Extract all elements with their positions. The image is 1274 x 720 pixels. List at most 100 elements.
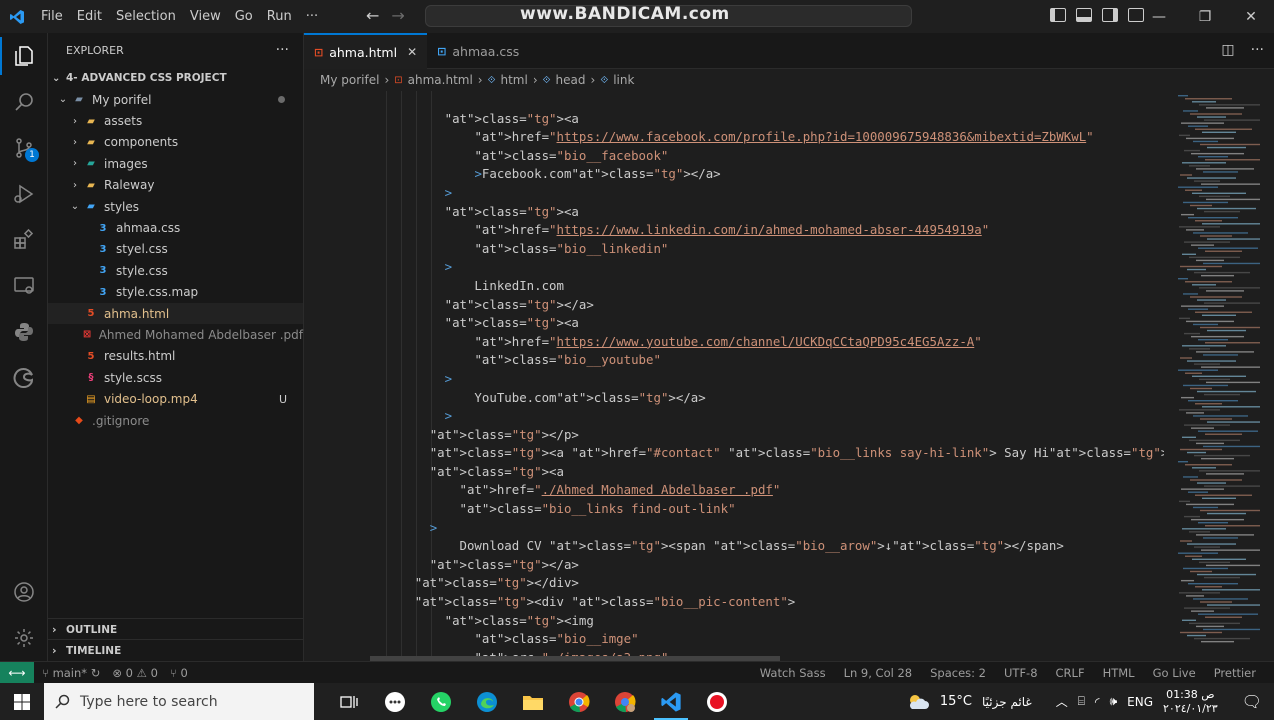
bandicam-record-icon[interactable] [694, 683, 740, 720]
code-line[interactable]: "at">class="bio__links find-out-link" [370, 500, 1164, 519]
tree-item[interactable]: 3 styel.css [48, 239, 303, 260]
settings-gear-icon[interactable] [0, 615, 48, 661]
code-line[interactable]: "at">class="bio__facebook" [370, 147, 1164, 166]
menu-selection[interactable]: Selection [109, 9, 183, 24]
editor-more-icon[interactable]: ··· [1251, 42, 1264, 58]
tree-item[interactable]: ⌄ ▰ My porifel [48, 89, 303, 110]
indentation-setting[interactable]: Spaces: 2 [930, 666, 986, 680]
code-line[interactable]: "at">class="tg"></p> [370, 426, 1164, 445]
code-line[interactable]: "at">class="tg"><a [370, 314, 1164, 333]
close-window-button[interactable]: ✕ [1228, 0, 1274, 33]
tree-item[interactable]: ◆ .gitignore [48, 410, 303, 431]
extensions-icon[interactable] [0, 217, 48, 263]
code-line[interactable]: "at">href="./Ahmed Mohamed Abdelbaser .p… [370, 481, 1164, 500]
go-live-button[interactable]: Go Live [1153, 666, 1196, 680]
forward-arrow-icon[interactable]: → [391, 6, 404, 25]
clock[interactable]: 01:38 ص ٢٠٢٤/٠١/٢٣ [1163, 688, 1218, 716]
accounts-icon[interactable] [0, 569, 48, 615]
code-line[interactable]: "at">class="tg"><a "at">href="#contact" … [370, 444, 1164, 463]
python-icon[interactable] [0, 309, 48, 355]
tray-overflow-icon[interactable]: ︿ [1056, 693, 1068, 710]
minimize-button[interactable]: — [1136, 0, 1182, 33]
vscode-taskbar-icon[interactable] [648, 683, 694, 720]
code-line[interactable]: Download CV "at">class="tg"><span "at">c… [370, 537, 1164, 556]
project-section[interactable]: ⌄ 4- ADVANCED CSS PROJECT [48, 67, 303, 89]
breadcrumb-head[interactable]: head [556, 73, 586, 87]
remote-explorer-icon[interactable] [0, 263, 48, 309]
toggle-secondary-sidebar-icon[interactable] [1102, 8, 1118, 22]
weather-description[interactable]: غائم جزئيًا [982, 695, 1032, 709]
file-explorer-icon[interactable] [510, 683, 556, 720]
chrome-icon[interactable] [556, 683, 602, 720]
code-line[interactable]: YouTube.com"at">class="tg"></a> [370, 389, 1164, 408]
branch-indicator[interactable]: ⑂ main* ↻ [42, 666, 100, 680]
language-indicator[interactable]: ENG [1127, 695, 1153, 709]
code-line[interactable]: "at">class="tg"></div> [370, 574, 1164, 593]
tree-item[interactable]: › ▰ Raleway [48, 175, 303, 196]
minimap[interactable] [1170, 91, 1266, 656]
source-control-icon[interactable]: 1 [0, 125, 48, 171]
tree-item[interactable]: ▤ video-loop.mp4 U [48, 388, 303, 409]
tree-item[interactable]: 5 ahma.html [48, 302, 303, 325]
watch-sass-button[interactable]: Watch Sass [760, 666, 826, 680]
tree-item[interactable]: ⌄ ▰ styles [48, 196, 303, 217]
code-line[interactable]: "at">href="https://www.linkedin.com/in/a… [370, 221, 1164, 240]
remote-indicator-icon[interactable]: ⟷ [0, 661, 34, 684]
code-line[interactable]: "at">class="tg"><img [370, 612, 1164, 631]
tree-item[interactable]: § style.scss [48, 367, 303, 388]
explorer-more-button[interactable]: ··· [276, 42, 289, 58]
eol-setting[interactable]: CRLF [1056, 666, 1085, 680]
edge-devtools-icon[interactable] [0, 355, 48, 401]
breadcrumb-file[interactable]: ahma.html [408, 73, 473, 87]
code-editor[interactable]: "at">class="tg"><a "at">href="https://ww… [304, 91, 1164, 656]
problems-indicator[interactable]: ⊗ 0 ⚠ 0 [112, 666, 158, 680]
toggle-sidebar-icon[interactable] [1050, 8, 1066, 22]
code-line[interactable]: "at">class="tg"><a [370, 463, 1164, 482]
timeline-section[interactable]: › TIMELINE [48, 639, 304, 661]
volume-icon[interactable]: 🕪 [1110, 694, 1118, 709]
chat-app-icon[interactable] [372, 683, 418, 720]
code-line[interactable]: "at">class="tg"><a [370, 203, 1164, 222]
tree-item[interactable]: › ▰ assets [48, 110, 303, 131]
run-debug-icon[interactable] [0, 171, 48, 217]
menu-edit[interactable]: Edit [70, 9, 109, 24]
weather-temp[interactable]: 15°C [940, 694, 972, 709]
search-icon[interactable] [0, 79, 48, 125]
breadcrumb-link[interactable]: link [613, 73, 634, 87]
code-line[interactable]: > [370, 370, 1164, 389]
breadcrumb-html[interactable]: html [501, 73, 528, 87]
code-line[interactable]: > [370, 184, 1164, 203]
prettier-status[interactable]: Prettier [1214, 666, 1256, 680]
weather-icon[interactable] [906, 692, 930, 712]
tree-item[interactable]: › ▰ components [48, 132, 303, 153]
code-line[interactable]: "at">class="tg"><a [370, 110, 1164, 129]
code-line[interactable]: "at">class="tg"><div "at">class="bio__pi… [370, 593, 1164, 612]
menu-view[interactable]: View [183, 9, 228, 24]
menu-go[interactable]: Go [228, 9, 260, 24]
breadcrumb-folder[interactable]: My porifel [320, 73, 379, 87]
tree-item[interactable]: 3 style.css.map [48, 282, 303, 303]
tab-ahmaa-css[interactable]: ⊡ ahmaa.css [427, 33, 529, 69]
edge-browser-icon[interactable] [464, 683, 510, 720]
wifi-icon[interactable]: ◜ [1095, 695, 1100, 709]
code-line[interactable]: "at">href="https://www.facebook.com/prof… [370, 128, 1164, 147]
code-line[interactable]: "at">class="bio__youtube" [370, 351, 1164, 370]
language-mode[interactable]: HTML [1103, 666, 1135, 680]
menu-file[interactable]: File [34, 9, 70, 24]
code-line[interactable]: "at">href="https://www.youtube.com/chann… [370, 333, 1164, 352]
code-line[interactable]: "at">class="bio__imge" [370, 630, 1164, 649]
taskbar-search-box[interactable]: Type here to search [44, 683, 314, 720]
maximize-button[interactable]: ❐ [1182, 0, 1228, 33]
tree-item[interactable]: 5 results.html [48, 346, 303, 367]
code-line[interactable]: LinkedIn.com [370, 277, 1164, 296]
back-arrow-icon[interactable]: ← [366, 6, 379, 25]
code-line[interactable]: >Facebook.com"at">class="tg"></a> [370, 165, 1164, 184]
encoding-setting[interactable]: UTF-8 [1004, 666, 1038, 680]
code-line[interactable]: "at">class="bio__linkedin" [370, 240, 1164, 259]
ports-indicator[interactable]: ⑂ 0 [170, 666, 188, 680]
tree-item[interactable]: › ▰ images [48, 153, 303, 174]
chrome-profile-icon[interactable] [602, 683, 648, 720]
close-tab-icon[interactable]: ✕ [407, 45, 417, 59]
code-line[interactable]: "at">src="./images/a3.png" [370, 649, 1164, 656]
toggle-panel-icon[interactable] [1076, 8, 1092, 22]
